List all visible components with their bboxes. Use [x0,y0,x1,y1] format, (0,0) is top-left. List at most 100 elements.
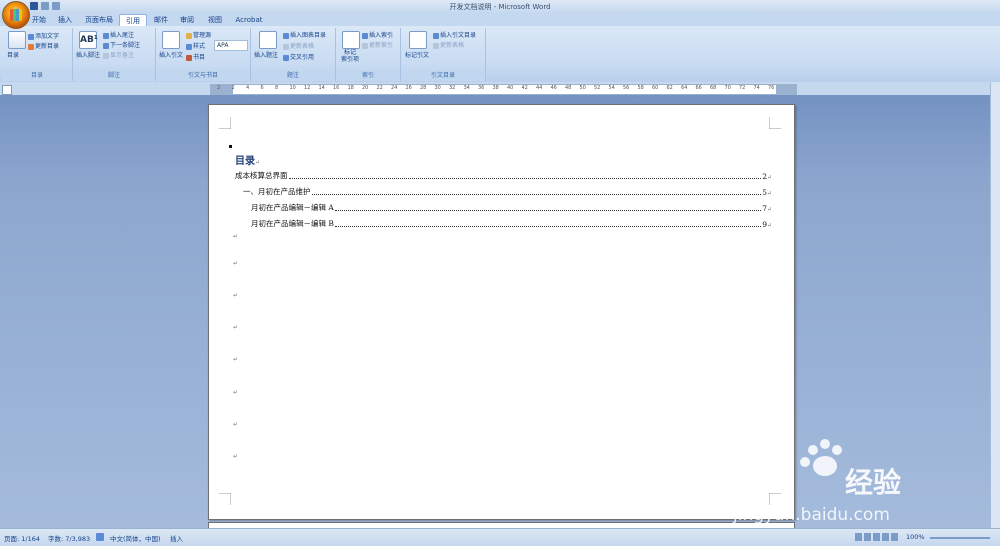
para-mark: ↵ [766,174,772,181]
update-index-icon [362,42,368,49]
window-title: 开发文档说明 - Microsoft Word [449,3,551,11]
right-margin [776,85,796,94]
tab-acrobat[interactable]: Acrobat [232,14,266,26]
status-page[interactable]: 页面: 1/164 [4,533,40,543]
tab-page-layout[interactable]: 页面布局 [82,14,116,26]
toc-entry-text: 月初在产品编辑－编辑 A [251,203,334,212]
manage-sources-button[interactable]: 管理源 [186,30,211,39]
view-buttons[interactable] [855,533,900,541]
bibliography-icon [186,54,192,61]
style-dropdown[interactable]: APA [214,40,248,51]
show-notes-button[interactable]: 显示备注 [103,50,134,59]
cross-reference-button[interactable]: 交叉引用 [283,52,314,61]
insert-toa-icon [433,32,439,39]
insert-toa-label: 插入引文目录 [440,32,477,39]
tab-insert[interactable]: 插入 [54,14,76,26]
toc-entry[interactable]: 月初在产品编辑－编辑 A 7 ↵ [251,202,772,213]
update-icon [28,43,34,50]
add-text-label: 添加文字 [35,33,60,40]
ruler-tick-label: 66 [695,85,702,91]
update-toa-button[interactable]: 更新表格 [433,40,464,49]
insert-footnote-button[interactable]: 插入脚注 [76,50,100,59]
toc-entry[interactable]: 月初在产品编辑－编辑 B 9 ↵ [251,218,772,229]
status-mode[interactable]: 插入 [170,533,183,543]
para-mark: ↵ [766,222,772,229]
ruler-tick-label: 62 [666,85,673,91]
toc-group: 目录 添加文字 更新目录 目录 [2,28,73,81]
update-index-label: 更新索引 [369,42,394,49]
insert-endnote-button[interactable]: 插入尾注 [103,30,134,39]
ruler-tick-label: 4 [246,85,250,91]
crop-mark-top-left [219,117,231,129]
insert-index-button[interactable]: 插入索引 [362,30,393,39]
ruler-tick-label: 2 [231,85,235,91]
add-text-button[interactable]: 添加文字 [28,31,59,40]
toc-entry-text: 成本核算总界面 [235,171,288,180]
update-toa-label: 更新表格 [440,42,465,49]
status-words[interactable]: 字数: 7/3,983 [48,533,90,543]
ruler-tick-label: 24 [391,85,398,91]
empty-paragraph: ↵ [233,453,239,460]
ruler-tick-label: 60 [652,85,659,91]
cross-reference-label: 交叉引用 [290,54,315,61]
tab-view[interactable]: 视图 [204,14,226,26]
index-group: 标记 索引项 插入索引 更新索引 索引 [336,28,401,81]
toa-group: 标记引文 插入引文目录 更新表格 引文目录 [401,28,486,81]
ruler-tick-label: 30 [434,85,441,91]
office-button[interactable] [2,1,30,29]
style-icon [186,43,192,50]
tab-selector-icon[interactable] [2,85,12,95]
mark-entry-button[interactable]: 标记 索引项 [341,49,359,63]
update-table-button[interactable]: 更新表格 [283,41,314,50]
update-toa-icon [433,42,439,49]
toc-leader [311,194,762,195]
vertical-scrollbar[interactable] [990,82,1000,528]
ruler-tick-label: 58 [637,85,644,91]
ruler-tick-label: 40 [507,85,514,91]
insert-caption-button[interactable]: 插入题注 [254,50,278,59]
tab-home[interactable]: 开始 [28,14,50,26]
horizontal-ruler[interactable]: 2 2 4 6 8 10 12 14 16 18 20 22 24 26 28 30 32 34 36 38 40 42 4… [210,84,797,95]
para-mark: ↵ [766,190,772,197]
endnote-icon [103,32,109,39]
mark-entry-icon [342,31,360,49]
proofing-icon[interactable] [96,533,104,541]
toc-entry[interactable]: 一、月初在产品维护 5 ↵ [243,186,772,197]
toc-icon [8,31,26,49]
update-table-label: 更新表格 [290,43,315,50]
zoom-level[interactable]: 100% [906,533,925,541]
bibliography-button[interactable]: 书目 [186,52,205,61]
toc-button[interactable]: 目录 [7,50,19,59]
tab-mailings[interactable]: 邮件 [150,14,172,26]
footnote-group: AB¹ 插入脚注 插入尾注 下一条脚注 显示备注 脚注 [73,28,156,81]
empty-paragraph: ↵ [233,292,239,299]
document-page[interactable]: 目录↵ 成本核算总界面 2 ↵ 一、月初在产品维护 5 ↵ 月初在产品编辑－编辑 A 7 ↵… [208,104,795,520]
empty-paragraph: ↵ [233,356,239,363]
ruler-tick-label: 32 [449,85,456,91]
insert-citation-button[interactable]: 插入引文 [159,50,183,59]
para-mark: ↵ [766,206,772,213]
ruler-tick-label: 54 [608,85,615,91]
update-index-button[interactable]: 更新索引 [362,40,393,49]
zoom-slider[interactable] [930,537,990,539]
caption-group: 插入题注 插入图表目录 更新表格 交叉引用 题注 [251,28,336,81]
table-of-figures-label: 插入图表目录 [290,32,327,39]
mark-citation-button[interactable]: 标记引文 [405,50,429,59]
empty-paragraph: ↵ [233,233,239,240]
toa-group-label: 引文目录 [401,71,485,81]
toc-entry-text: 一、月初在产品维护 [243,187,311,196]
ruler-tick-label: 46 [550,85,557,91]
insert-toa-button[interactable]: 插入引文目录 [433,30,476,39]
heading-para-mark: ↵ [255,159,261,166]
insert-table-of-figures-button[interactable]: 插入图表目录 [283,30,326,39]
left-margin [211,85,233,94]
status-language[interactable]: 中文(简体，中国) [110,533,161,543]
tab-review[interactable]: 审阅 [176,14,198,26]
ruler-tick-label: 74 [753,85,760,91]
update-toc-button[interactable]: 更新目录 [28,41,59,50]
ruler-tick-label: 26 [405,85,412,91]
next-footnote-button[interactable]: 下一条脚注 [103,40,140,49]
ruler-tick-label: 34 [463,85,470,91]
toc-entry[interactable]: 成本核算总界面 2 ↵ [235,170,772,181]
cross-reference-icon [283,54,289,61]
